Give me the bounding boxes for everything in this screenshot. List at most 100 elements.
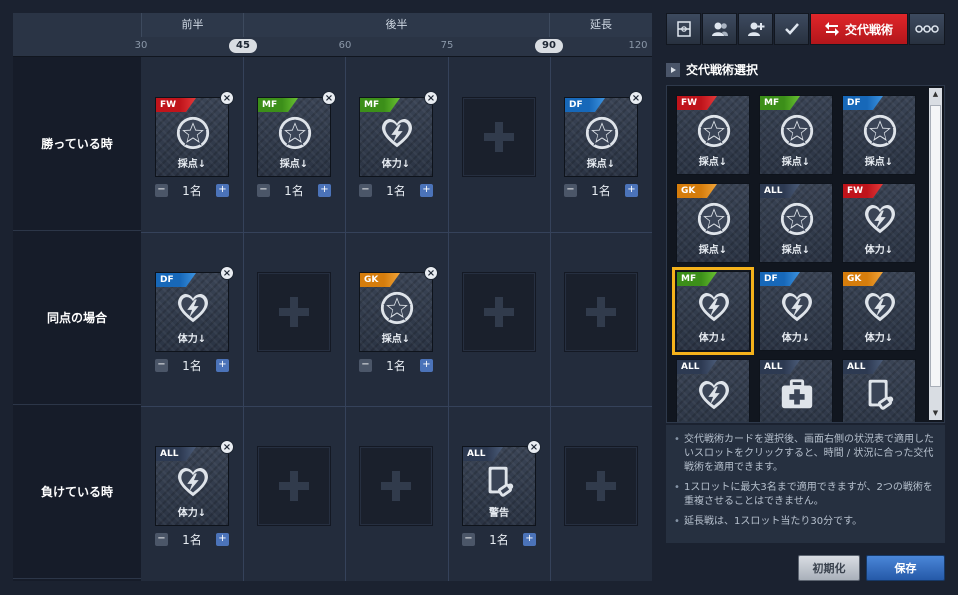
remove-icon[interactable]: ×: [527, 440, 541, 454]
link-tab[interactable]: [909, 13, 945, 45]
remove-icon[interactable]: ×: [322, 91, 336, 105]
add-player-tab[interactable]: [738, 13, 773, 45]
tactic-card[interactable]: DF 体力↓: [155, 272, 229, 352]
position-tag: MF: [677, 272, 717, 286]
minus-button[interactable]: −: [155, 184, 168, 197]
count-value: 1名: [386, 359, 406, 373]
selection-card[interactable]: MF 体力↓: [672, 267, 754, 355]
plus-button[interactable]: +: [216, 184, 229, 197]
remove-icon[interactable]: ×: [424, 91, 438, 105]
selection-card[interactable]: GK 採点↓: [676, 183, 750, 263]
minus-button[interactable]: −: [564, 184, 577, 197]
scroll-down-icon[interactable]: ▼: [929, 407, 942, 420]
position-tag: GK: [360, 273, 400, 287]
selection-card[interactable]: FW 体力↓: [842, 183, 916, 263]
remove-icon[interactable]: ×: [220, 266, 234, 280]
selection-card[interactable]: GK 体力↓: [842, 271, 916, 351]
grid-divider: [448, 57, 449, 581]
tactic-card[interactable]: ALL: [676, 359, 750, 422]
selection-card[interactable]: FW 採点↓: [676, 95, 750, 175]
count-value: 1名: [386, 184, 406, 198]
scrollbar[interactable]: ▲ ▼: [929, 88, 942, 420]
empty-slot[interactable]: [462, 272, 536, 352]
count-stepper: − 1名 +: [359, 358, 433, 374]
substitution-tab[interactable]: 交代戦術: [810, 13, 908, 45]
tactic-card[interactable]: MF 体力↓: [676, 271, 750, 351]
tactic-card[interactable]: ALL 体力↓: [155, 446, 229, 526]
tactic-card[interactable]: ALL: [759, 359, 833, 422]
selection-card[interactable]: DF 採点↓: [842, 95, 916, 175]
tactic-card[interactable]: DF 採点↓: [564, 97, 638, 177]
tactic-card[interactable]: DF 体力↓: [759, 271, 833, 351]
minus-button[interactable]: −: [359, 184, 372, 197]
players-tab[interactable]: [702, 13, 737, 45]
tactic-card[interactable]: FW 体力↓: [842, 183, 916, 263]
tactic-card[interactable]: ALL 採点↓: [759, 183, 833, 263]
plus-button[interactable]: +: [420, 184, 433, 197]
tactic-card[interactable]: GK 採点↓: [676, 183, 750, 263]
tactic-card[interactable]: MF 採点↓: [759, 95, 833, 175]
tactic-card[interactable]: ALL: [842, 359, 916, 422]
tactic-card[interactable]: DF 採点↓: [842, 95, 916, 175]
remove-icon[interactable]: ×: [220, 91, 234, 105]
selection-card[interactable]: ALL 採点↓: [759, 183, 833, 263]
selection-card[interactable]: ALL: [676, 359, 750, 422]
selection-card[interactable]: ALL: [759, 359, 833, 422]
empty-slot[interactable]: [564, 446, 638, 526]
check-tab[interactable]: [774, 13, 809, 45]
heart-icon: [378, 114, 416, 152]
empty-slot[interactable]: [257, 272, 331, 352]
empty-slot[interactable]: [564, 272, 638, 352]
tactic-card[interactable]: GK 採点↓: [359, 272, 433, 352]
plus-button[interactable]: +: [318, 184, 331, 197]
count-stepper: − 1名 +: [359, 183, 433, 199]
minus-button[interactable]: −: [155, 359, 168, 372]
selection-card[interactable]: ALL: [842, 359, 916, 422]
count-value: 1名: [182, 533, 202, 547]
scroll-thumb[interactable]: [930, 105, 941, 387]
tactic-card[interactable]: MF 採点↓: [257, 97, 331, 177]
card-label: 警告: [489, 508, 509, 519]
position-tag: ALL: [463, 447, 503, 461]
save-button[interactable]: 保存: [866, 555, 945, 581]
tactic-card[interactable]: ALL 警告: [462, 446, 536, 526]
remove-icon[interactable]: ×: [424, 266, 438, 280]
plus-button[interactable]: +: [625, 184, 638, 197]
tactic-card[interactable]: FW 採点↓: [676, 95, 750, 175]
selection-card[interactable]: MF 採点↓: [759, 95, 833, 175]
position-tag: MF: [360, 98, 400, 112]
tab-label: 交代戦術: [844, 22, 893, 37]
heart-icon: [174, 463, 212, 501]
plus-button[interactable]: +: [216, 533, 229, 546]
star-icon: [695, 112, 733, 150]
scroll-up-icon[interactable]: ▲: [929, 88, 942, 101]
add-player-icon: [747, 21, 765, 37]
minus-button[interactable]: −: [257, 184, 270, 197]
star-icon: [276, 114, 314, 152]
empty-slot[interactable]: [359, 446, 433, 526]
empty-slot[interactable]: [257, 446, 331, 526]
minus-button[interactable]: −: [359, 359, 372, 372]
reset-button[interactable]: 初期化: [798, 555, 860, 581]
filled-slot: ALL 体力↓ × − 1名 +: [155, 440, 234, 556]
star-icon: [174, 114, 212, 152]
formation-tab[interactable]: [666, 13, 701, 45]
card-label: 体力↓: [381, 159, 411, 170]
filled-slot: DF 体力↓ × − 1名 +: [155, 266, 234, 382]
minus-button[interactable]: −: [462, 533, 475, 546]
plus-button[interactable]: +: [216, 359, 229, 372]
row-label-draw: 同点の場合: [13, 231, 141, 405]
plus-button[interactable]: +: [523, 533, 536, 546]
tactic-card[interactable]: GK 体力↓: [842, 271, 916, 351]
plus-button[interactable]: +: [420, 359, 433, 372]
empty-slot[interactable]: [462, 97, 536, 177]
tactic-card[interactable]: MF 体力↓: [359, 97, 433, 177]
phase-first-half: 前半: [141, 13, 243, 37]
remove-icon[interactable]: ×: [629, 91, 643, 105]
tactic-card[interactable]: FW 採点↓: [155, 97, 229, 177]
remove-icon[interactable]: ×: [220, 440, 234, 454]
selection-card[interactable]: DF 体力↓: [759, 271, 833, 351]
minus-button[interactable]: −: [155, 533, 168, 546]
timeline-header: 前半 後半 延長 30 45 60 75 90 120: [13, 13, 652, 57]
row-labels: 勝っている時 同点の場合 負けている時: [13, 57, 141, 581]
